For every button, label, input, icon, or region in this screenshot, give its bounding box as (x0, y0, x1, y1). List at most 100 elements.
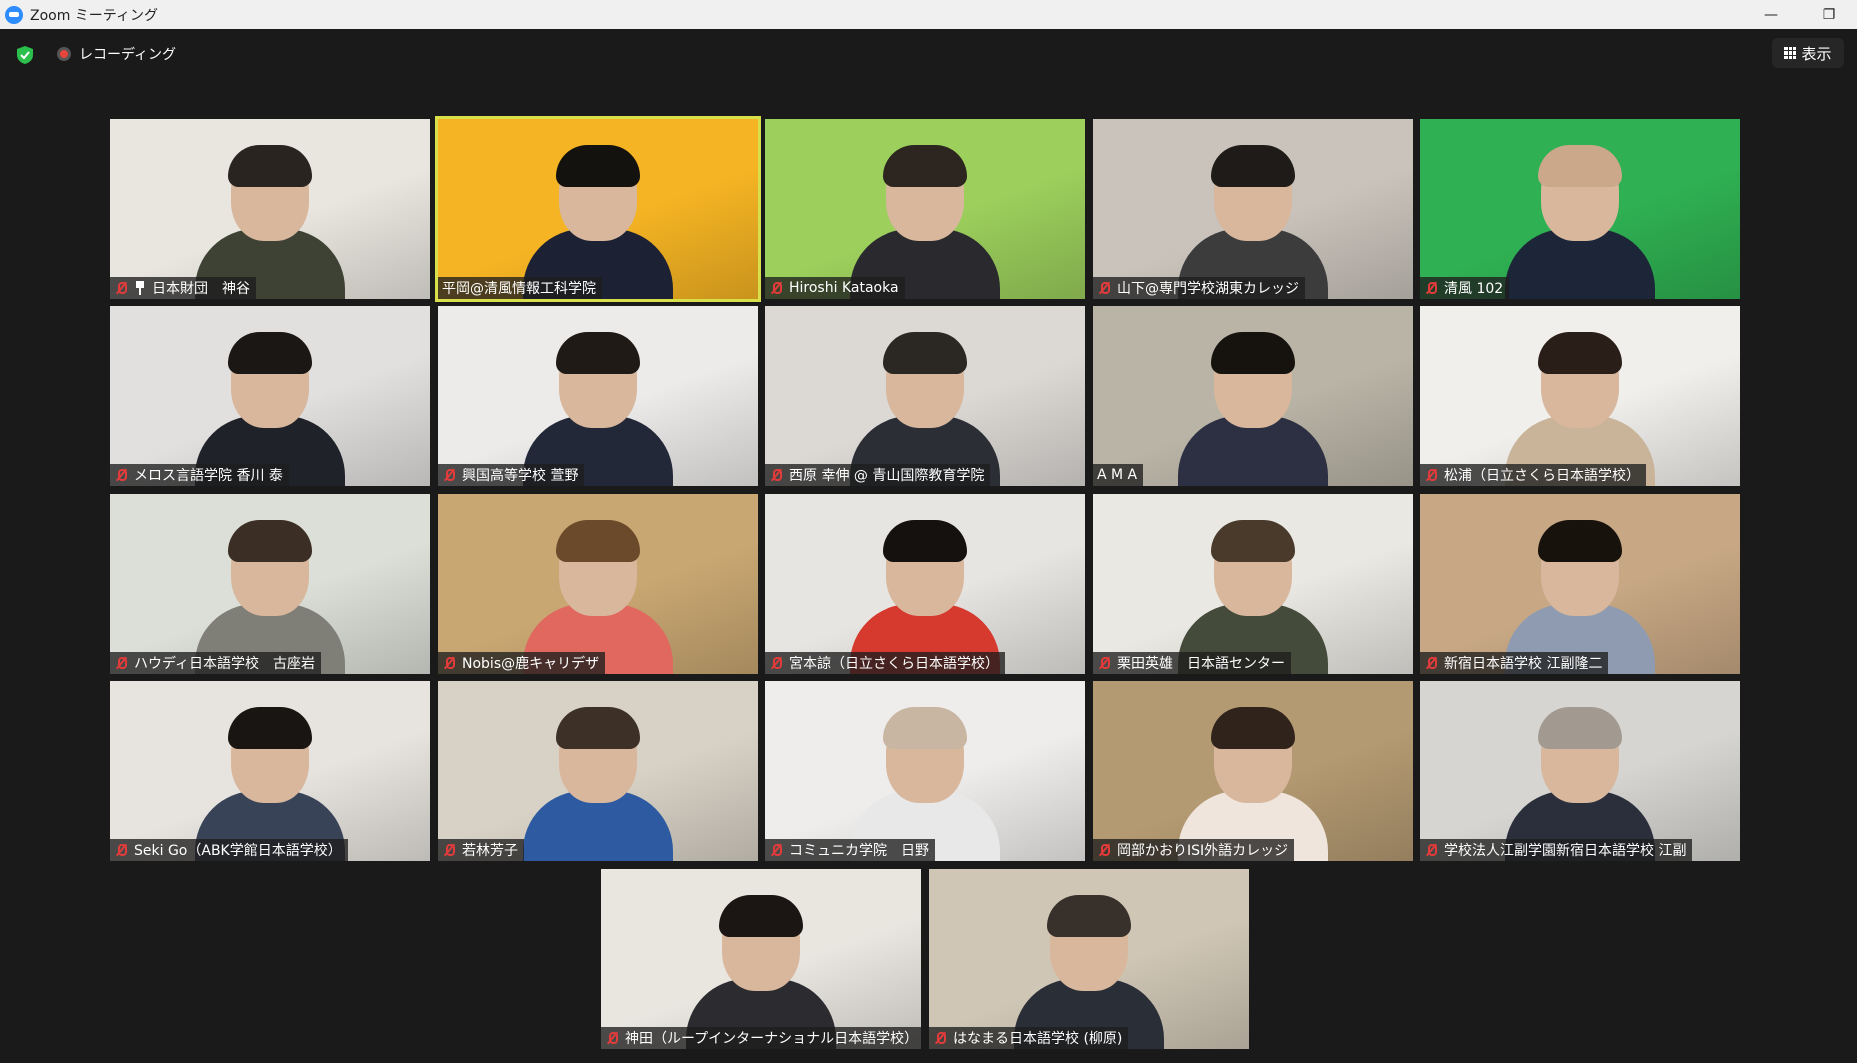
participant-video-tile[interactable]: 松浦（日立さくら日本語学校） (1420, 306, 1740, 486)
participant-video-tile[interactable]: 若林芳子 (438, 681, 758, 861)
participant-video-tile[interactable]: 新宿日本語学校 江副隆二 (1420, 494, 1740, 674)
view-label: 表示 (1801, 44, 1832, 63)
participant-name: 西原 幸伸 @ 青山国際教育学院 (789, 468, 985, 484)
participant-nameplate: 栗田英雄 日本語センター (1093, 652, 1291, 674)
participant-name: 山下@専門学校湖東カレッジ (1117, 281, 1299, 297)
window-title: Zoom ミーティング (30, 7, 158, 24)
participant-nameplate: 宮本諒（日立さくら日本語学校） (765, 652, 1005, 674)
minimize-button[interactable]: — (1748, 0, 1794, 29)
participant-name: 清風 102 (1444, 281, 1504, 297)
participant-name: 興国高等学校 萱野 (462, 468, 579, 484)
participant-nameplate: Seki Go（ABK学館日本語学校） (110, 839, 348, 861)
participant-video-tile[interactable]: コミュニカ学院 日野 (765, 681, 1085, 861)
participant-nameplate: コミュニカ学院 日野 (765, 839, 935, 861)
mic-muted-icon (1097, 281, 1111, 295)
participant-name: 若林芳子 (462, 843, 518, 859)
participant-nameplate: 興国高等学校 萱野 (438, 464, 585, 486)
mic-muted-icon (1097, 656, 1111, 670)
participant-video-person (1178, 332, 1328, 486)
restore-button[interactable]: ❐ (1806, 0, 1852, 29)
window-titlebar: Zoom ミーティング — ❐ (0, 0, 1857, 29)
grid-view-icon (1784, 47, 1797, 59)
mic-muted-icon (769, 843, 783, 857)
participant-nameplate: 若林芳子 (438, 839, 524, 861)
pin-icon (134, 281, 146, 295)
participant-nameplate: ハウディ日本語学校 古座岩 (110, 652, 322, 674)
participant-nameplate: A M A (1093, 464, 1144, 486)
participant-nameplate: メロス言語学院 香川 泰 (110, 464, 289, 486)
mic-muted-icon (933, 1031, 947, 1045)
participant-video-tile[interactable]: メロス言語学院 香川 泰 (110, 306, 430, 486)
participant-name: コミュニカ学院 日野 (789, 843, 929, 859)
participant-video-tile[interactable]: はなまる日本語学校 (柳原) (929, 869, 1249, 1049)
participant-nameplate: 松浦（日立さくら日本語学校） (1420, 464, 1646, 486)
mic-muted-icon (1097, 843, 1111, 857)
participant-video-tile[interactable]: 宮本諒（日立さくら日本語学校） (765, 494, 1085, 674)
participant-nameplate: 岡部かおりISI外語カレッジ (1093, 839, 1295, 861)
participant-video-tile[interactable]: A M A (1093, 306, 1413, 486)
participant-video-tile[interactable]: 学校法人江副学園新宿日本語学校 江副 (1420, 681, 1740, 861)
mic-muted-icon (769, 656, 783, 670)
mic-muted-icon (442, 468, 456, 482)
participant-name: メロス言語学院 香川 泰 (134, 468, 283, 484)
participant-video-tile[interactable]: 栗田英雄 日本語センター (1093, 494, 1413, 674)
mic-muted-icon (114, 656, 128, 670)
mic-muted-icon (769, 468, 783, 482)
participant-video-tile[interactable]: 平岡@清風情報工科学院 (435, 116, 761, 302)
mic-muted-icon (114, 281, 128, 295)
participant-nameplate: 平岡@清風情報工科学院 (438, 277, 602, 299)
participant-name: Seki Go（ABK学館日本語学校） (134, 843, 342, 859)
participant-name: 平岡@清風情報工科学院 (442, 281, 596, 297)
participant-nameplate: Hiroshi Kataoka (765, 277, 905, 299)
mic-muted-icon (442, 843, 456, 857)
mic-muted-icon (1424, 656, 1438, 670)
participant-name: 栗田英雄 日本語センター (1117, 656, 1285, 672)
participant-nameplate: 新宿日本語学校 江副隆二 (1420, 652, 1609, 674)
recording-indicator[interactable]: レコーディング (57, 42, 176, 66)
participant-name: Hiroshi Kataoka (789, 280, 899, 296)
participant-video-person (1505, 145, 1655, 299)
participant-name: 新宿日本語学校 江副隆二 (1444, 656, 1603, 672)
participant-video-tile[interactable]: Nobis@鹿キャリデザ (438, 494, 758, 674)
participant-nameplate: 神田（ループインターナショナル日本語学校） (601, 1027, 921, 1049)
participant-video-tile[interactable]: 神田（ループインターナショナル日本語学校） (601, 869, 921, 1049)
participant-name: 宮本諒（日立さくら日本語学校） (789, 656, 999, 672)
participant-nameplate: 日本財団 神谷 (110, 277, 256, 299)
participant-video-tile[interactable]: 山下@専門学校湖東カレッジ (1093, 119, 1413, 299)
meeting-toolbar (0, 29, 1857, 79)
mic-muted-icon (114, 843, 128, 857)
participant-name: ハウディ日本語学校 古座岩 (134, 656, 316, 672)
mic-muted-icon (605, 1031, 619, 1045)
participant-nameplate: はなまる日本語学校 (柳原) (929, 1027, 1129, 1049)
participant-video-tile[interactable]: 西原 幸伸 @ 青山国際教育学院 (765, 306, 1085, 486)
mic-muted-icon (1424, 281, 1438, 295)
mic-muted-icon (442, 656, 456, 670)
participant-name: はなまる日本語学校 (柳原) (953, 1031, 1123, 1047)
participant-name: 日本財団 神谷 (152, 281, 250, 297)
participant-name: Nobis@鹿キャリデザ (462, 656, 600, 672)
participant-name: 松浦（日立さくら日本語学校） (1444, 468, 1640, 484)
participant-video-tile[interactable]: Hiroshi Kataoka (765, 119, 1085, 299)
mic-muted-icon (1424, 468, 1438, 482)
participant-name: 学校法人江副学園新宿日本語学校 江副 (1444, 843, 1687, 859)
participant-video-person (523, 707, 673, 861)
security-shield-icon[interactable] (14, 44, 36, 66)
participant-name: 岡部かおりISI外語カレッジ (1117, 843, 1289, 859)
view-button[interactable]: 表示 (1772, 38, 1844, 68)
mic-muted-icon (1424, 843, 1438, 857)
participant-video-tile[interactable]: Seki Go（ABK学館日本語学校） (110, 681, 430, 861)
participant-video-tile[interactable]: ハウディ日本語学校 古座岩 (110, 494, 430, 674)
participant-name: A M A (1097, 467, 1138, 483)
participant-video-tile[interactable]: 清風 102 (1420, 119, 1740, 299)
participant-video-tile[interactable]: 日本財団 神谷 (110, 119, 430, 299)
participant-nameplate: 山下@専門学校湖東カレッジ (1093, 277, 1305, 299)
participant-nameplate: 学校法人江副学園新宿日本語学校 江副 (1420, 839, 1693, 861)
participant-video-tile[interactable]: 興国高等学校 萱野 (438, 306, 758, 486)
participant-video-tile[interactable]: 岡部かおりISI外語カレッジ (1093, 681, 1413, 861)
record-icon (57, 47, 71, 61)
zoom-logo-icon (5, 5, 23, 24)
participant-nameplate: 西原 幸伸 @ 青山国際教育学院 (765, 464, 991, 486)
participant-nameplate: 清風 102 (1420, 277, 1510, 299)
mic-muted-icon (769, 281, 783, 295)
mic-muted-icon (114, 468, 128, 482)
